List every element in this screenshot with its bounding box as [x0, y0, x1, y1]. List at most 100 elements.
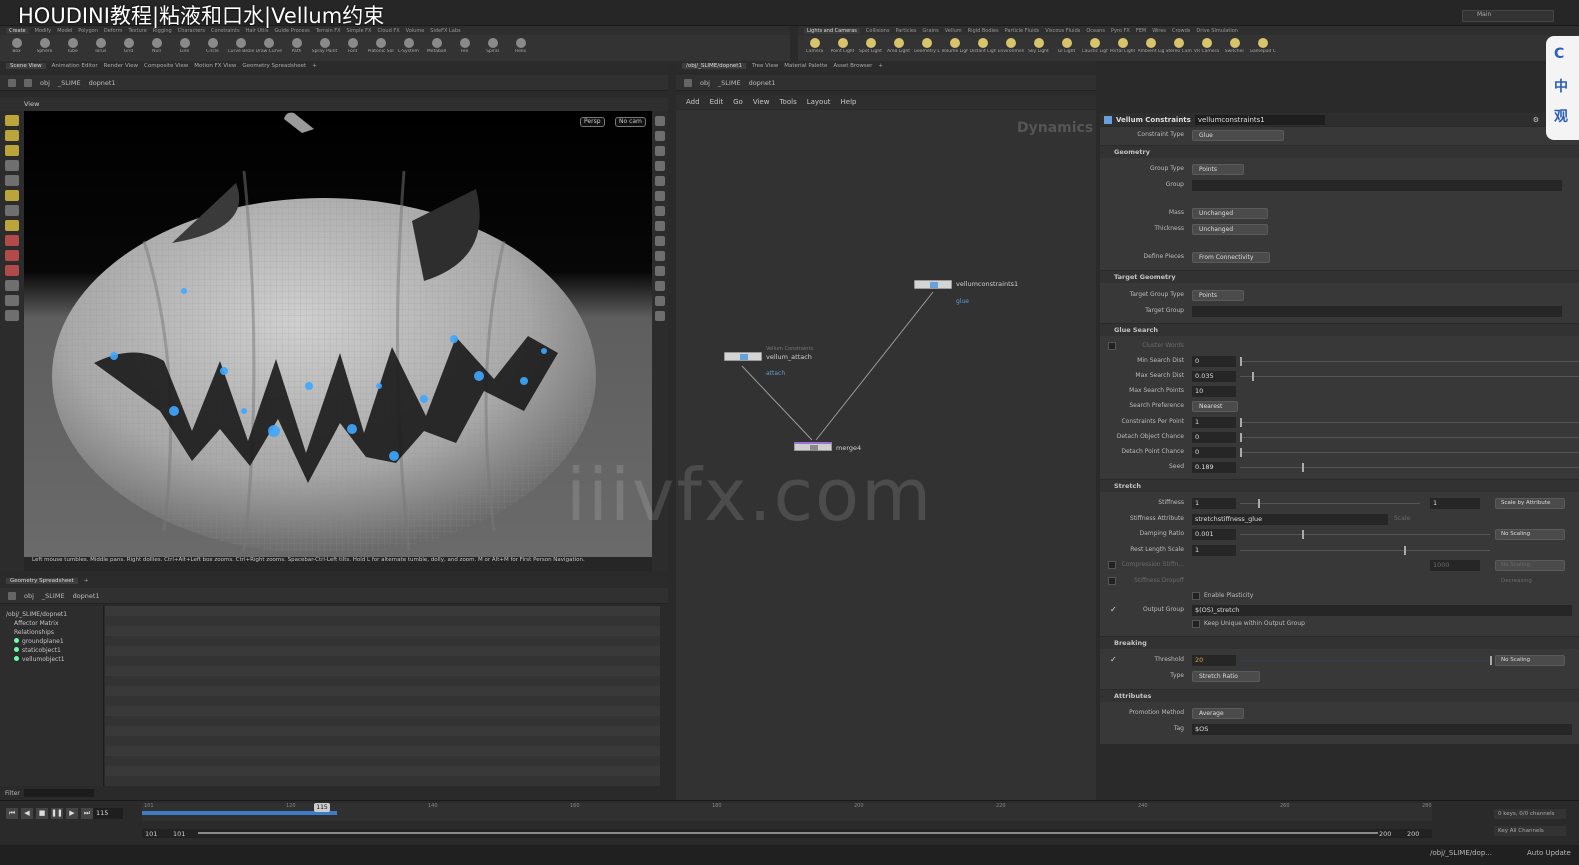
path-object[interactable]: _SLIME — [42, 592, 65, 600]
path-root[interactable]: obj — [700, 79, 710, 87]
camera-menu[interactable]: No cam — [615, 117, 646, 127]
network-menu-item[interactable]: Go — [733, 98, 743, 106]
filter-input[interactable] — [23, 789, 94, 797]
damping-scale-menu[interactable]: No Scaling — [1495, 529, 1565, 540]
network-menu-item[interactable]: View — [753, 98, 770, 106]
step-back-icon[interactable]: ◀ — [21, 808, 33, 819]
group-type-menu[interactable]: Points — [1192, 164, 1244, 175]
define-pieces-menu[interactable]: From Connectivity — [1192, 252, 1270, 263]
render-tool-icon[interactable] — [5, 295, 19, 306]
compression-scale-menu[interactable]: No Scaling — [1495, 560, 1565, 571]
shelf-tool-button[interactable]: Camera — [802, 36, 827, 60]
shaded-icon[interactable] — [655, 161, 665, 171]
shelf-tab[interactable]: Crowds — [1172, 28, 1190, 34]
shelf-tool-button[interactable]: Box — [4, 36, 29, 60]
pane-tab[interactable]: Composite View — [144, 63, 188, 69]
shelf-tool-button[interactable]: Grid — [116, 36, 141, 60]
rest-length-scale-slider[interactable] — [1240, 546, 1490, 555]
shelf-tool-button[interactable]: GI Light — [1054, 36, 1079, 60]
tree-item[interactable]: vellumobject1 — [6, 655, 99, 664]
path-node[interactable]: dopnet1 — [749, 79, 776, 87]
play-icon[interactable]: ▶ — [66, 808, 78, 819]
shelf-tool-button[interactable]: Sky Light — [1026, 36, 1051, 60]
shelf-tool-button[interactable]: Curve Bezier — [228, 36, 254, 60]
tag-field[interactable]: $OS — [1192, 724, 1572, 735]
compression-stiffness-field[interactable]: 1000 — [1430, 560, 1480, 571]
thickness-menu[interactable]: Unchanged — [1192, 224, 1268, 235]
shelf-tool-button[interactable]: Spray Paint — [312, 36, 337, 60]
forward-arrow-icon[interactable] — [24, 78, 32, 87]
enable-plasticity-checkbox[interactable] — [1192, 592, 1200, 600]
target-group-type-menu[interactable]: Points — [1192, 290, 1244, 301]
shelf-tool-button[interactable]: Platonic Solids — [368, 36, 394, 60]
max-search-dist-slider[interactable] — [1240, 372, 1579, 381]
pane-tab[interactable]: Scene View — [6, 63, 46, 69]
rest-length-scale-field[interactable]: 1 — [1192, 545, 1236, 556]
stiffness-dropoff-checkbox[interactable] — [1108, 577, 1116, 585]
node-vellum-attach[interactable] — [724, 352, 762, 361]
section-glue-search[interactable]: Glue Search — [1100, 323, 1579, 336]
stiffness-scale-menu[interactable]: Scale by Attribute — [1495, 498, 1565, 509]
3d-viewport[interactable] — [24, 111, 652, 571]
network-editor[interactable]: vellumconstraints1 glue Vellum Constrain… — [676, 110, 1096, 800]
global-end-field[interactable]: 200 — [1407, 830, 1419, 838]
normals-icon[interactable] — [655, 236, 665, 246]
shelf-tool-button[interactable]: Area Light — [886, 36, 911, 60]
keep-unique-checkbox[interactable] — [1192, 620, 1200, 628]
constraints-per-point-slider[interactable] — [1240, 418, 1579, 427]
shelf-tool-button[interactable]: Draw Curve — [256, 36, 282, 60]
detach-point-chance-slider[interactable] — [1240, 448, 1579, 457]
path-object[interactable]: _SLIME — [718, 79, 741, 87]
camera-tool-icon[interactable] — [5, 310, 19, 321]
network-menu-item[interactable]: Tools — [779, 98, 796, 106]
shelf-tab[interactable]: Pyro FX — [1111, 28, 1130, 34]
checkmark-icon[interactable]: ✓ — [1110, 655, 1117, 664]
perspective-menu[interactable]: Persp — [580, 117, 605, 127]
threshold-scale-menu[interactable]: No Scaling — [1495, 655, 1565, 666]
pin-icon[interactable] — [655, 191, 665, 201]
snapshot-icon[interactable] — [655, 311, 665, 321]
shelf-tool-button[interactable]: File — [452, 36, 477, 60]
pane-tab[interactable]: /obj/_SLIME/dopnet1 — [682, 63, 746, 69]
detach-point-chance-field[interactable]: 0 — [1192, 447, 1236, 458]
shelf-tab[interactable]: Volume — [406, 28, 425, 34]
shelf-tool-button[interactable]: L-System — [396, 36, 421, 60]
shelf-tool-button[interactable]: Sphere — [32, 36, 57, 60]
tree-item[interactable]: staticobject1 — [6, 646, 99, 655]
stiffness-slider[interactable] — [1240, 499, 1420, 508]
promotion-method-menu[interactable]: Average — [1192, 708, 1244, 719]
display-option-icon[interactable] — [655, 116, 665, 126]
network-menu-item[interactable]: Layout — [807, 98, 831, 106]
paint-tool-icon[interactable] — [5, 250, 19, 261]
shelf-tool-button[interactable]: Distant Light — [970, 36, 996, 60]
shelf-tool-button[interactable]: Spiral — [480, 36, 505, 60]
grid-icon[interactable] — [655, 221, 665, 231]
path-object[interactable]: _SLIME — [58, 79, 81, 87]
pane-tab[interactable]: Motion FX View — [194, 63, 236, 69]
shelf-tab[interactable]: Lights and Cameras — [804, 27, 860, 34]
shelf-tab[interactable]: Drive Simulation — [1196, 28, 1238, 34]
magnet-icon[interactable] — [5, 235, 19, 246]
shelf-tool-button[interactable]: Geometry Light — [914, 36, 940, 60]
pause-icon[interactable]: ❚❚ — [51, 808, 63, 819]
stiffness-attribute-field[interactable]: stretchstiffness_glue — [1192, 514, 1388, 525]
tree-item[interactable]: Affector Matrix — [6, 619, 99, 628]
detach-object-chance-slider[interactable] — [1240, 433, 1579, 442]
seed-field[interactable]: 0.189 — [1192, 462, 1236, 473]
jump-start-icon[interactable]: ⏮ — [6, 808, 18, 819]
threshold-slider[interactable] — [1240, 656, 1492, 665]
tree-item[interactable]: Relationships — [6, 628, 99, 637]
network-menu-item[interactable]: Help — [841, 98, 857, 106]
breaking-type-menu[interactable]: Stretch Ratio — [1192, 671, 1260, 682]
detach-object-chance-field[interactable]: 0 — [1192, 432, 1236, 443]
search-preference-menu[interactable]: Nearest — [1192, 401, 1238, 412]
shelf-tool-button[interactable]: Metaball — [424, 36, 449, 60]
lighting-icon[interactable] — [655, 176, 665, 186]
keys-info[interactable]: 0 keys, 0/0 channels — [1494, 809, 1566, 819]
shelf-tool-button[interactable]: Stereo Camera — [1166, 36, 1192, 60]
visibility-icon[interactable] — [655, 281, 665, 291]
view-tool-icon[interactable] — [5, 205, 19, 216]
section-stretch[interactable]: Stretch — [1100, 479, 1579, 492]
desktop-selector[interactable]: Main — [1462, 10, 1554, 22]
current-frame-field[interactable]: 115 — [93, 808, 123, 819]
